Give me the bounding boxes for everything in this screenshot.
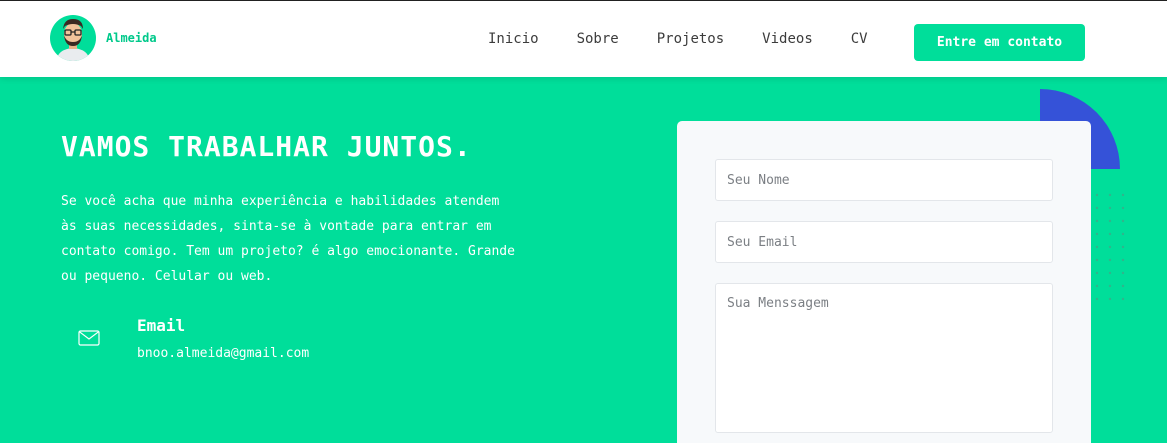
email-address: bnoo.almeida@gmail.com	[137, 346, 310, 361]
decorative-dot-grid	[1095, 193, 1125, 301]
nav-link-projetos[interactable]: Projetos	[657, 31, 724, 47]
contact-cta-button[interactable]: Entre em contato	[914, 24, 1085, 61]
name-input[interactable]	[715, 159, 1053, 201]
email-input[interactable]	[715, 221, 1053, 263]
main-nav: Inicio Sobre Projetos Videos CV	[488, 31, 906, 47]
brand-name: Almeida	[106, 31, 157, 45]
nav-link-cv[interactable]: CV	[851, 31, 868, 47]
brand[interactable]: Almeida	[50, 15, 157, 61]
mail-icon	[78, 330, 100, 350]
nav-link-inicio[interactable]: Inicio	[488, 31, 539, 47]
nav-link-videos[interactable]: Videos	[762, 31, 813, 47]
email-label: Email	[137, 316, 186, 335]
nav-link-sobre[interactable]: Sobre	[577, 31, 619, 47]
contact-form	[677, 121, 1091, 443]
section-title: VAMOS TRABALHAR JUNTOS.	[61, 130, 472, 163]
navbar: Almeida Inicio Sobre Projetos Videos CV …	[0, 1, 1167, 77]
message-textarea[interactable]	[715, 283, 1053, 433]
section-description: Se você acha que minha experiência e hab…	[61, 194, 515, 284]
avatar	[50, 15, 96, 61]
